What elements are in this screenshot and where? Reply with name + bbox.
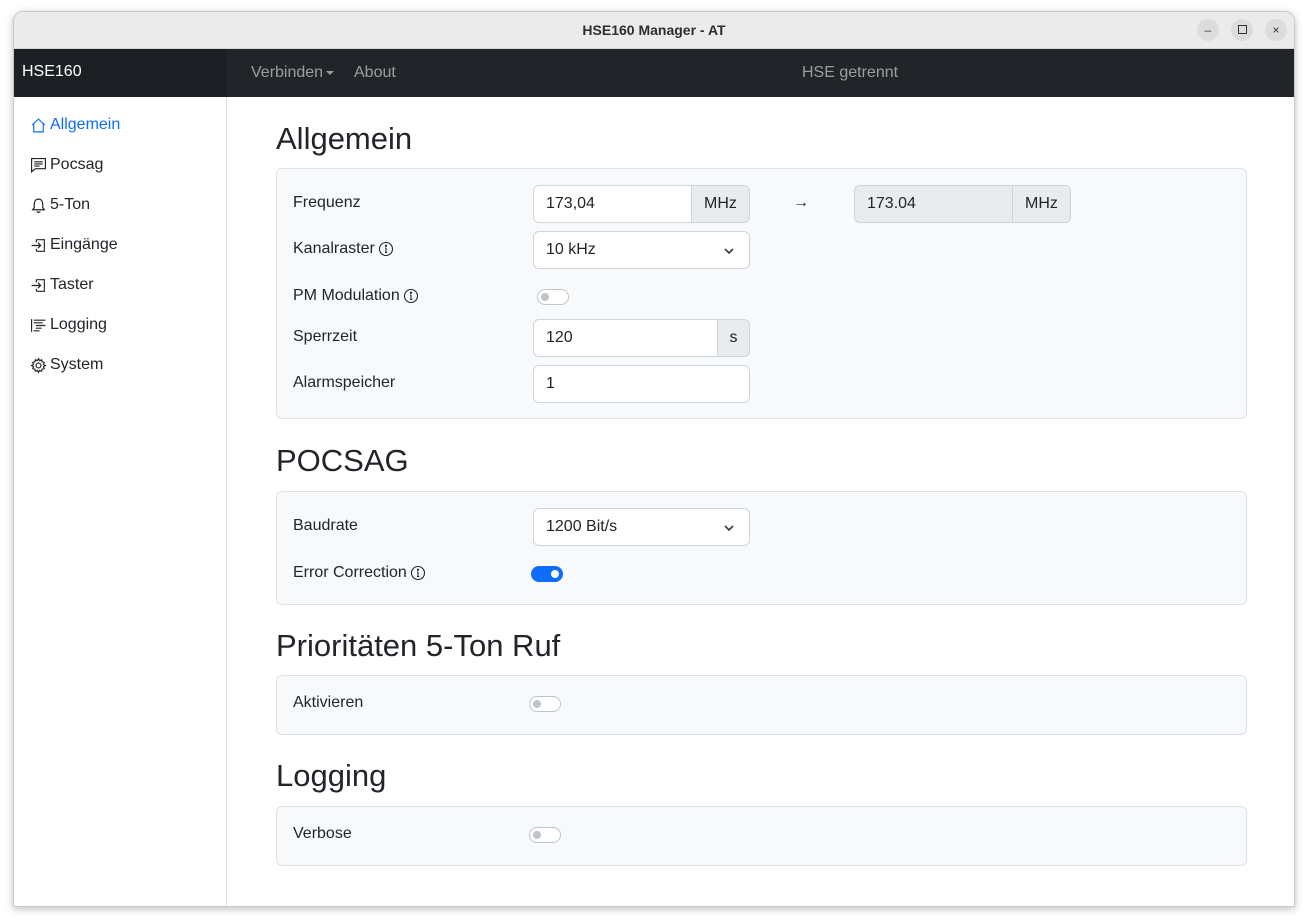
chevron-down-icon (724, 525, 734, 532)
prioritaeten-card: Aktivieren (276, 675, 1247, 735)
caret-down-icon (326, 70, 335, 75)
sperrzeit-label: Sperrzeit (293, 328, 357, 346)
baudrate-label: Baudrate (293, 517, 358, 535)
about-link[interactable]: About (354, 64, 396, 82)
connect-label: Verbinden (251, 64, 324, 81)
navbar-brand[interactable]: HSE160 (14, 49, 227, 97)
sidebar-item-5-ton[interactable]: 5-Ton (30, 194, 90, 216)
kanalraster-value: 10 kHz (546, 241, 596, 258)
maximize-icon (1237, 25, 1247, 35)
app-window: HSE160 Manager - AT – × HSE160 Verbinden… (13, 11, 1295, 907)
kanalraster-label: Kanalraster (293, 240, 394, 258)
aktivieren-label-text: Aktivieren (293, 694, 364, 711)
minimize-button[interactable]: – (1197, 19, 1219, 41)
sidebar-item-label: Pocsag (50, 156, 104, 173)
toggle-knob (551, 570, 559, 578)
info-circle-icon[interactable] (378, 241, 394, 257)
box-arrow-in-right-icon (31, 278, 45, 292)
sperrzeit-input[interactable]: 120 (533, 319, 718, 357)
chevron-down-icon (724, 248, 734, 255)
pm-modulation-toggle[interactable] (537, 289, 569, 305)
sperrzeit-label-text: Sperrzeit (293, 328, 358, 345)
main-content: Allgemein Frequenz 173,04 MHz → 173.04 M… (228, 97, 1294, 906)
section-title-allgemein: Allgemein (276, 121, 413, 156)
section-title-pocsag: POCSAG (276, 443, 409, 478)
title-bar: HSE160 Manager - AT – × (14, 12, 1294, 49)
maximize-button[interactable] (1231, 19, 1253, 41)
error-correction-label: Error Correction (293, 564, 426, 582)
baudrate-value: 1200 Bit/s (546, 518, 618, 535)
sidebar-item-eingaenge[interactable]: Eingänge (30, 234, 118, 256)
frequenz-label-text: Frequenz (293, 194, 361, 211)
info-circle-icon[interactable] (410, 565, 426, 581)
arrow-right-icon: → (793, 194, 809, 211)
connect-dropdown[interactable]: Verbinden (251, 64, 335, 82)
frequenz-input[interactable]: 173,04 (533, 185, 692, 223)
aktivieren-toggle[interactable] (529, 696, 561, 712)
info-circle-icon[interactable] (403, 288, 419, 304)
navbar: HSE160 Verbinden About HSE getrennt (14, 49, 1294, 97)
sidebar-item-taster[interactable]: Taster (30, 274, 94, 296)
sidebar-item-label: Taster (50, 276, 94, 293)
toggle-knob (533, 831, 541, 839)
pm-modulation-label: PM Modulation (293, 287, 419, 305)
sidebar-item-label: 5-Ton (50, 196, 91, 213)
toggle-knob (541, 293, 549, 301)
sidebar-item-logging[interactable]: Logging (30, 314, 107, 336)
box-arrow-in-right-icon (31, 238, 45, 252)
sidebar-item-label: Allgemein (50, 116, 121, 133)
verbose-label-text: Verbose (293, 825, 352, 842)
sidebar-item-label: Eingänge (50, 236, 118, 253)
error-correction-toggle[interactable] (531, 566, 563, 582)
section-title-logging: Logging (276, 758, 387, 793)
allgemein-card: Frequenz 173,04 MHz → 173.04 MHz Kanalra… (276, 168, 1247, 419)
chat-left-text-icon (31, 157, 46, 173)
frequenz-unit: MHz (691, 185, 750, 223)
sidebar-item-label: System (50, 356, 104, 373)
frequenz-label: Frequenz (293, 194, 361, 212)
window-title: HSE160 Manager - AT (582, 22, 726, 38)
frequenz-result-unit: MHz (1012, 185, 1071, 223)
close-button[interactable]: × (1265, 19, 1287, 41)
baudrate-label-text: Baudrate (293, 517, 358, 534)
sidebar-item-pocsag[interactable]: Pocsag (30, 154, 103, 176)
kanalraster-select[interactable]: 10 kHz (533, 231, 750, 269)
pocsag-card: Baudrate 1200 Bit/s Error Correction (276, 491, 1247, 605)
section-title-prioritaeten: Prioritäten 5-Ton Ruf (276, 628, 561, 663)
aktivieren-label: Aktivieren (293, 694, 363, 712)
kanalraster-label-text: Kanalraster (293, 240, 375, 257)
gear-icon (30, 356, 47, 374)
sidebar-item-allgemein[interactable]: Allgemein (30, 114, 120, 136)
alarmspeicher-label: Alarmspeicher (293, 374, 395, 392)
sperrzeit-unit: s (717, 319, 750, 357)
toggle-knob (533, 700, 541, 708)
connection-status: HSE getrennt (802, 64, 899, 81)
alarmspeicher-label-text: Alarmspeicher (293, 374, 396, 391)
sidebar-item-label: Logging (50, 316, 107, 333)
logging-card: Verbose (276, 806, 1247, 866)
verbose-toggle[interactable] (529, 827, 561, 843)
verbose-label: Verbose (293, 825, 352, 843)
pm-modulation-label-text: PM Modulation (293, 287, 400, 304)
text-indent-icon (31, 318, 46, 332)
sidebar-item-system[interactable]: System (30, 354, 103, 376)
sidebar: Allgemein Pocsag 5-Ton Eingänge Taster L… (14, 97, 227, 906)
frequenz-result: 173.04 (854, 185, 1013, 223)
house-icon (31, 117, 46, 132)
bell-icon (31, 198, 46, 213)
alarmspeicher-input[interactable]: 1 (533, 365, 750, 403)
baudrate-select[interactable]: 1200 Bit/s (533, 508, 750, 546)
error-correction-label-text: Error Correction (293, 564, 407, 581)
